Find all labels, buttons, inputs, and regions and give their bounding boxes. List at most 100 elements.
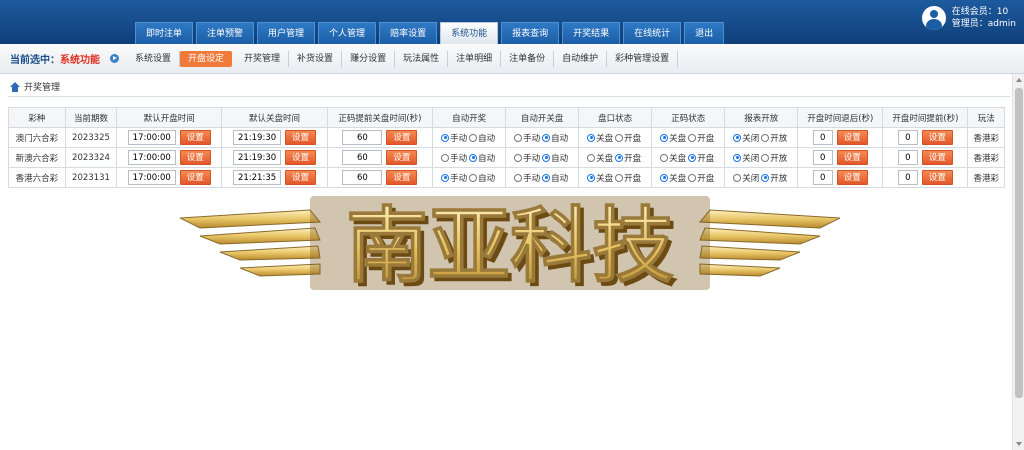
set-button[interactable]: 设置 (179, 129, 211, 145)
open-ahead-input[interactable] (897, 130, 918, 146)
open-ahead-input-cell: 设置 (882, 147, 969, 168)
radio-button[interactable] (587, 173, 596, 182)
open-ahead-input[interactable] (897, 150, 918, 166)
radio-button[interactable] (514, 133, 523, 142)
sub-nav-item[interactable]: 玩法属性 (395, 50, 449, 67)
top-nav-tab[interactable]: 用户管理 (257, 22, 316, 44)
close-time-input[interactable] (233, 150, 282, 166)
set-button[interactable]: 设置 (921, 129, 953, 145)
radio-label: 开放 (770, 133, 788, 144)
radio-label: 关闭 (742, 153, 760, 164)
home-icon[interactable] (10, 81, 20, 92)
advance-close-input[interactable] (342, 130, 383, 146)
avatar-icon (921, 6, 946, 30)
radio-label: 自动 (551, 173, 569, 184)
radio-button[interactable] (660, 153, 669, 162)
column-header: 盘口状态 (578, 107, 653, 128)
top-nav-tab[interactable]: 系统功能 (440, 22, 499, 44)
user-info: 在线会员：10 管理员：admin (921, 6, 1016, 30)
radio-button[interactable] (733, 173, 742, 182)
open-ahead-input[interactable] (897, 170, 918, 186)
scroll-down-icon[interactable] (1016, 442, 1022, 446)
set-button[interactable]: 设置 (836, 149, 868, 165)
sub-nav-item[interactable]: 开盘设定 (180, 50, 233, 67)
radio-button[interactable] (587, 153, 596, 162)
set-button[interactable]: 设置 (386, 169, 418, 185)
top-nav-tab[interactable]: 即时注单 (135, 22, 194, 44)
set-button[interactable]: 设置 (921, 149, 953, 165)
set-button[interactable]: 设置 (285, 149, 317, 165)
radio-button[interactable] (733, 133, 742, 142)
top-nav-tab[interactable]: 开奖结果 (562, 22, 621, 44)
admin-name: 管理员：admin (951, 19, 1016, 29)
scrollbar-thumb[interactable] (1015, 88, 1023, 398)
radio-button[interactable] (441, 173, 450, 182)
set-button[interactable]: 设置 (836, 129, 868, 145)
vertical-scrollbar[interactable] (1012, 74, 1024, 450)
sub-nav-item[interactable]: 注单明细 (448, 50, 502, 67)
sub-nav-item[interactable]: 注单备份 (501, 50, 555, 67)
open-ahead-input-cell: 设置 (882, 127, 969, 148)
radio-button[interactable] (660, 173, 669, 182)
radio-button[interactable] (688, 133, 697, 142)
set-button[interactable]: 设置 (386, 149, 418, 165)
column-header: 默认开盘时间 (116, 107, 223, 128)
radio-button[interactable] (514, 173, 523, 182)
open-delay-input[interactable] (812, 130, 833, 146)
period-number: 2023325 (64, 127, 118, 148)
radio-button[interactable] (688, 153, 697, 162)
radio-button[interactable] (469, 153, 478, 162)
radio-label: 开放 (770, 153, 788, 164)
radio-button[interactable] (441, 153, 450, 162)
table-row: 澳门六合彩2023325设置设置设置手动自动手动自动关盘开盘关盘开盘关闭开放设置… (8, 127, 1005, 148)
sub-nav-item[interactable]: 开奖管理 (236, 50, 290, 67)
radio-button[interactable] (660, 133, 669, 142)
sub-nav-item[interactable]: 赚分设置 (342, 50, 396, 67)
radio-button[interactable] (688, 173, 697, 182)
scroll-up-icon[interactable] (1016, 78, 1022, 82)
radio-button[interactable] (469, 133, 478, 142)
radio-button[interactable] (761, 133, 770, 142)
close-time-input[interactable] (233, 170, 282, 186)
top-nav-tab[interactable]: 赔率设置 (379, 22, 438, 44)
advance-close-input[interactable] (342, 170, 383, 186)
top-nav-tab[interactable]: 注单预警 (196, 22, 255, 44)
advance-close-input[interactable] (342, 150, 383, 166)
sub-nav-item[interactable]: 自动维护 (554, 50, 608, 67)
open-delay-input[interactable] (812, 170, 833, 186)
radio-button[interactable] (587, 133, 596, 142)
top-nav-tab[interactable]: 报表查询 (501, 22, 560, 44)
radio-button[interactable] (514, 153, 523, 162)
top-nav-tab[interactable]: 退出 (684, 22, 725, 44)
radio-button[interactable] (542, 133, 551, 142)
set-button[interactable]: 设置 (285, 129, 317, 145)
sub-nav-item[interactable]: 彩种管理设置 (607, 50, 679, 67)
top-nav-tab[interactable]: 在线统计 (623, 22, 682, 44)
sub-nav-item[interactable]: 系统设置 (127, 50, 181, 67)
open-time-input[interactable] (127, 170, 176, 186)
set-button[interactable]: 设置 (836, 169, 868, 185)
set-button[interactable]: 设置 (179, 149, 211, 165)
auto-draw-radio-group: 手动 自动 (432, 127, 507, 148)
set-button[interactable]: 设置 (921, 169, 953, 185)
set-button[interactable]: 设置 (285, 169, 317, 185)
sub-nav-item[interactable]: 补货设置 (289, 50, 343, 67)
radio-button[interactable] (615, 173, 624, 182)
set-button[interactable]: 设置 (386, 129, 418, 145)
open-time-input[interactable] (127, 130, 176, 146)
close-time-input[interactable] (233, 130, 282, 146)
radio-button[interactable] (542, 153, 551, 162)
set-button[interactable]: 设置 (179, 169, 211, 185)
radio-button[interactable] (615, 153, 624, 162)
radio-button[interactable] (761, 173, 770, 182)
top-nav-tab[interactable]: 个人管理 (318, 22, 377, 44)
open-delay-input[interactable] (812, 150, 833, 166)
radio-button[interactable] (441, 133, 450, 142)
open-time-input[interactable] (127, 150, 176, 166)
radio-button[interactable] (733, 153, 742, 162)
lottery-name: 澳门六合彩 (8, 127, 66, 148)
radio-button[interactable] (615, 133, 624, 142)
radio-button[interactable] (469, 173, 478, 182)
radio-button[interactable] (542, 173, 551, 182)
radio-button[interactable] (761, 153, 770, 162)
